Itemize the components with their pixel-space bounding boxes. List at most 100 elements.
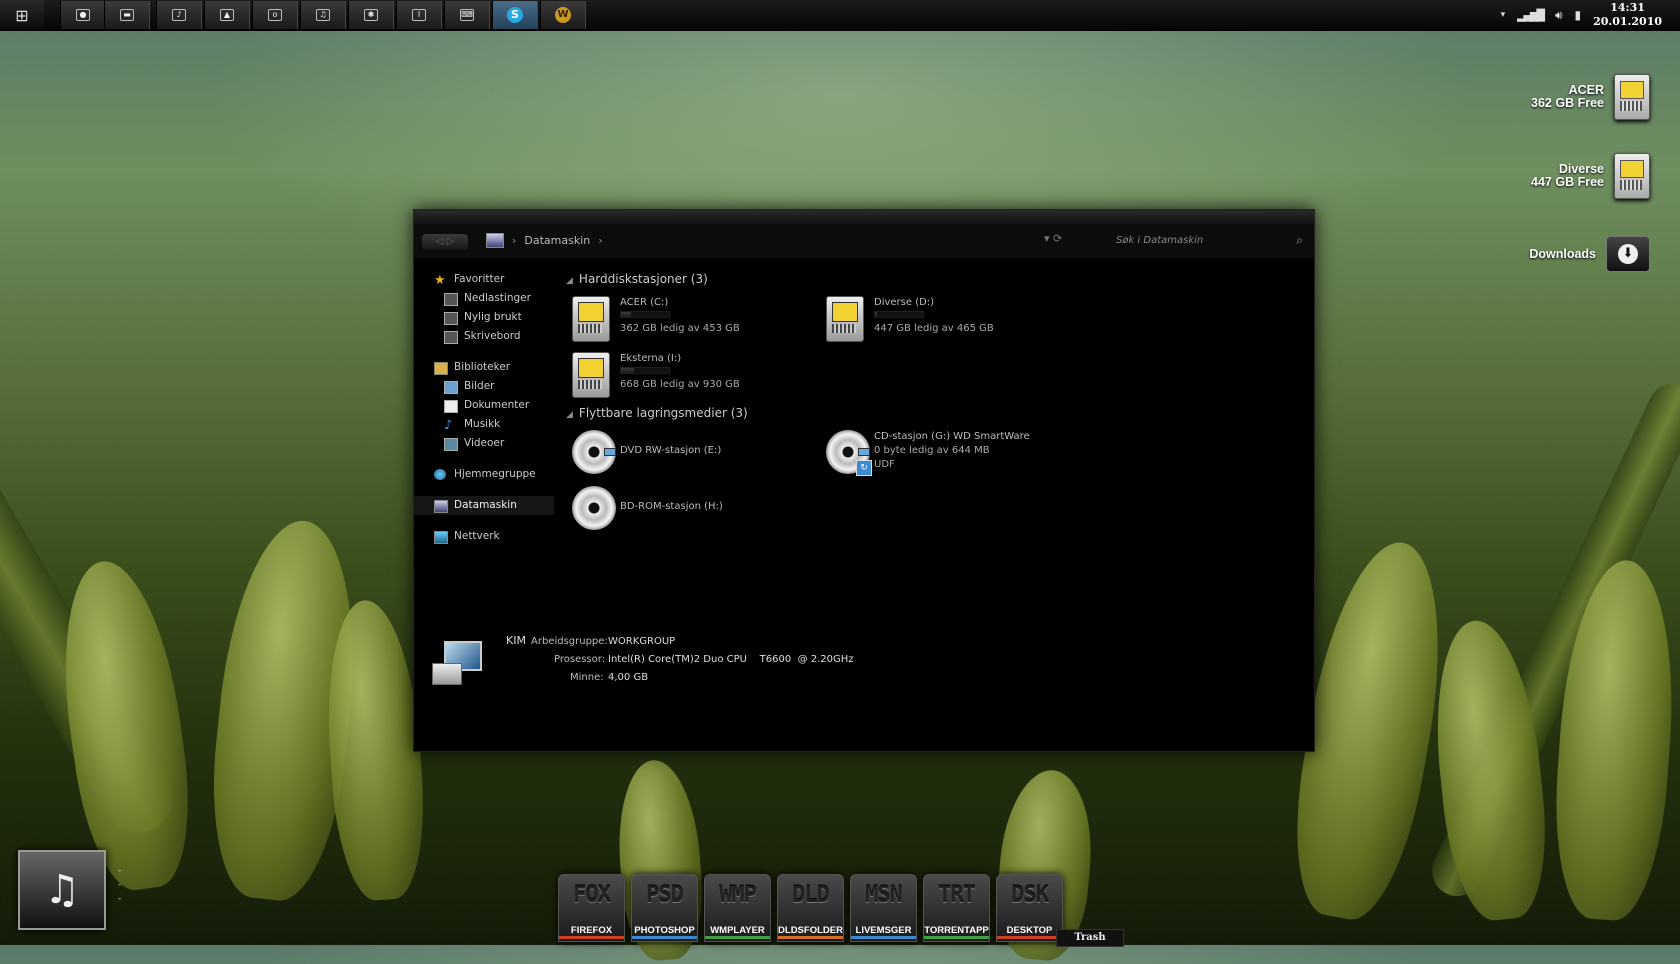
nav-label: Musikk — [464, 418, 501, 430]
dock-code: WMP — [719, 883, 757, 908]
drive-usage-fill — [621, 368, 635, 373]
settings-icon: ✱ — [364, 9, 378, 21]
camera-icon: o — [268, 9, 282, 21]
wallpaper-wheat — [47, 553, 203, 897]
dock-item-dldsfolder[interactable]: DLD DLDSFOLDER — [777, 874, 844, 942]
clock-time: 14:31 — [1610, 1, 1645, 14]
drive-free: 0 byte ledig av 644 MB — [874, 445, 990, 456]
back-forward-buttons[interactable]: ◁ ▷ — [422, 234, 468, 250]
section-header-removable[interactable]: ◢ Flyttbare lagringsmedier (3) — [564, 404, 748, 422]
dock-item-torrentapp[interactable]: TRT TORRENTAPP — [923, 874, 990, 942]
taskbar-button-explorer[interactable]: ● — [60, 1, 106, 29]
music-player-widget[interactable]: ♫ — [18, 850, 106, 930]
taskbar-button-music[interactable]: ♪ — [156, 1, 202, 29]
tray-expand-icon[interactable]: ▾ — [1501, 10, 1506, 20]
nav-item-recent[interactable]: Nylig brukt — [414, 308, 554, 327]
explorer-window: ◁ ▷ › Datamaskin › ▾ ⟳ Søk i Datamaskin … — [413, 209, 1315, 752]
computer-icon — [434, 500, 448, 513]
nav-label: Bilder — [464, 380, 495, 392]
nav-computer[interactable]: Datamaskin — [414, 496, 554, 515]
nav-label: Dokumenter — [464, 399, 530, 411]
dock-item-photoshop[interactable]: PSD PHOTOSHOP — [631, 874, 698, 942]
nav-favorites[interactable]: ★ Favoritter — [414, 270, 554, 289]
power-icon[interactable]: ▮ — [1575, 8, 1582, 22]
taskbar-button-skype[interactable]: S — [492, 1, 538, 29]
dock-item-livemsger[interactable]: MSN LIVEMSGER — [850, 874, 917, 942]
dock-item-desktop[interactable]: DSK DESKTOP — [996, 874, 1063, 942]
section-header-hard-drives[interactable]: ◢ Harddiskstasjoner (3) — [564, 270, 708, 288]
breadcrumb-item[interactable]: Datamaskin — [524, 234, 590, 247]
taskbar-button-camera[interactable]: o — [252, 1, 298, 29]
desktop-drive-diverse[interactable]: Diverse 447 GB Free — [1531, 153, 1650, 199]
drive-item-e[interactable]: DVD RW-stasjon (E:) — [564, 426, 804, 476]
drive-item-g[interactable]: ↻ CD-stasjon (G:) WD SmartWare 0 byte le… — [818, 426, 1058, 476]
search-box[interactable]: Søk i Datamaskin ⌕ — [1094, 233, 1309, 251]
taskbar-button-warcraft[interactable]: W — [540, 1, 586, 29]
desktop-downloads[interactable]: Downloads ⬇ — [1529, 236, 1650, 272]
drive-name: ACER (C:) — [620, 297, 669, 308]
nav-item-documents[interactable]: Dokumenter — [414, 396, 554, 415]
homegroup-icon — [434, 469, 446, 480]
taskbar-button-music-note[interactable]: ♫ — [300, 1, 346, 29]
drive-item-d[interactable]: Diverse (D:) 447 GB ledig av 465 GB — [818, 292, 1058, 342]
drive-item-i[interactable]: Eksterna (I:) 668 GB ledig av 930 GB — [564, 348, 804, 398]
dock-item-wmplayer[interactable]: WMP WMPLAYER — [704, 874, 771, 942]
desktop-drive-acer[interactable]: ACER 362 GB Free — [1531, 74, 1650, 120]
downloads-icon — [444, 293, 458, 306]
drive-name: BD-ROM-stasjon (H:) — [620, 501, 723, 512]
drive-free: 362 GB ledig av 453 GB — [620, 323, 740, 334]
trash-button[interactable]: Trash — [1056, 929, 1124, 947]
search-input[interactable]: Søk i Datamaskin — [1116, 235, 1203, 246]
taskbar-button-terminal[interactable]: I — [396, 1, 442, 29]
signal-icon[interactable]: ▂▄▆█ — [1517, 9, 1545, 22]
nav-label: Nedlastinger — [464, 292, 531, 304]
window-titlebar[interactable] — [414, 210, 1314, 224]
breadcrumb[interactable]: › Datamaskin › — [486, 233, 603, 248]
nav-label: Hjemmegruppe — [454, 468, 536, 480]
drive-item-h[interactable]: BD-ROM-stasjon (H:) — [564, 482, 804, 532]
drive-item-c[interactable]: ACER (C:) 362 GB ledig av 453 GB — [564, 292, 804, 342]
nav-label: Videoer — [464, 437, 505, 449]
breadcrumb-sep: › — [512, 234, 517, 247]
refresh-controls[interactable]: ▾ ⟳ — [1044, 232, 1062, 245]
taskbar-button-pictures[interactable]: ▲ — [204, 1, 250, 29]
dock-label: WMPLAYER — [710, 925, 765, 936]
library-icon — [434, 362, 448, 375]
nav-item-desktop[interactable]: Skrivebord — [414, 327, 554, 346]
hard-drive-icon — [1614, 74, 1650, 120]
recent-icon — [444, 312, 458, 325]
hard-drive-icon — [826, 296, 864, 342]
nav-item-videos[interactable]: Videoer — [414, 434, 554, 453]
taskbar-button-folder[interactable]: ▬ — [104, 1, 150, 29]
nav-libraries[interactable]: Biblioteker — [414, 358, 554, 377]
drive-name: DVD RW-stasjon (E:) — [620, 445, 722, 456]
refresh-icon[interactable]: ⟳ — [1053, 232, 1062, 245]
nav-network[interactable]: Nettverk — [414, 527, 554, 546]
bd-disc-icon — [572, 486, 616, 530]
smartware-badge-icon: ↻ — [856, 460, 872, 476]
dock-accent — [559, 936, 624, 939]
dock-item-firefox[interactable]: FOX FIREFOX — [558, 874, 625, 942]
drive-free: 362 GB Free — [1531, 96, 1604, 110]
dock-code: PSD — [646, 883, 684, 908]
drive-filesystem: UDF — [874, 459, 895, 470]
memory-label: Minne: — [570, 672, 604, 683]
start-button[interactable]: ⊞ — [0, 0, 44, 30]
taskbar-button-settings[interactable]: ✱ — [348, 1, 394, 29]
clock[interactable]: 14:31 20.01.2010 — [1593, 1, 1662, 29]
nav-item-downloads[interactable]: Nedlastinger — [414, 289, 554, 308]
volume-icon[interactable]: 🔊︎ — [1555, 8, 1563, 23]
dropdown-icon[interactable]: ▾ — [1044, 232, 1050, 245]
dock-accent — [778, 936, 843, 939]
hard-drive-icon — [1614, 153, 1650, 199]
collapse-icon: ◢ — [566, 276, 573, 286]
details-pane: KIM Arbeidsgruppe: WORKGROUP Prosessor: … — [414, 623, 1314, 723]
drive-free: 447 GB Free — [1531, 175, 1604, 189]
search-icon[interactable]: ⌕ — [1296, 233, 1303, 248]
nav-item-music[interactable]: ♪ Musikk — [414, 415, 554, 434]
desktop-icon — [444, 331, 458, 344]
taskbar-button-keyboard[interactable]: ⌨ — [444, 1, 490, 29]
nav-homegroup[interactable]: Hjemmegruppe — [414, 465, 554, 484]
nav-item-pictures[interactable]: Bilder — [414, 377, 554, 396]
keyboard-icon: ⌨ — [460, 9, 474, 21]
